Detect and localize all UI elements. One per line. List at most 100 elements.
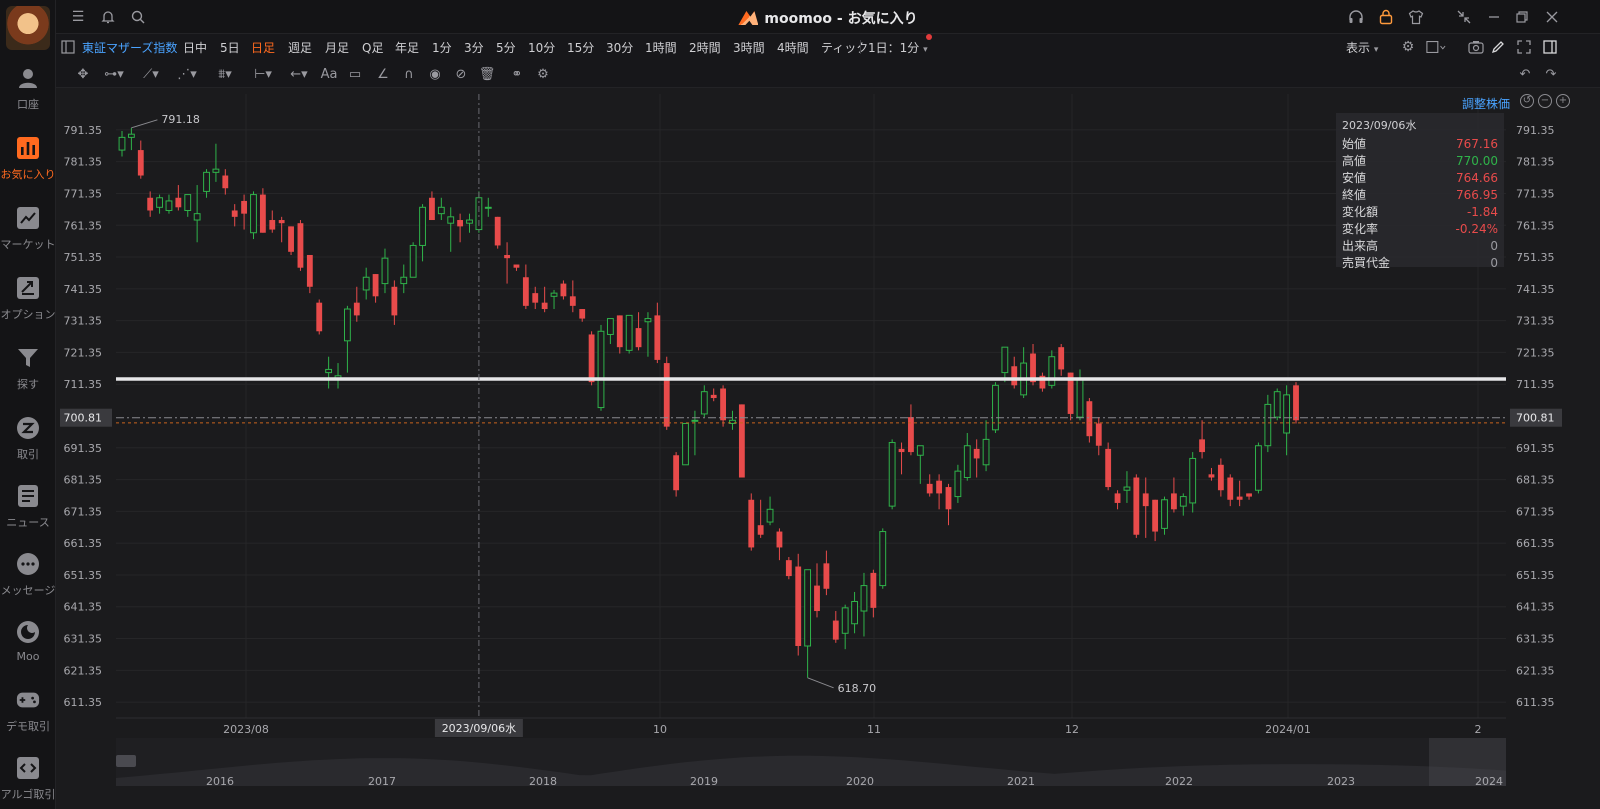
code-icon: [16, 756, 40, 780]
candle-body: [381, 257, 389, 285]
shirt-icon[interactable]: [1406, 7, 1426, 27]
sidebar-item-favorites[interactable]: お気に入り: [0, 136, 56, 196]
candle-body: [1086, 401, 1093, 437]
tab-weekly[interactable]: 週足: [288, 39, 312, 56]
interval-select[interactable]: 1日：1分 ▾: [868, 39, 928, 56]
layout-icon[interactable]: [1426, 37, 1446, 57]
candle-body: [841, 607, 849, 634]
panel-toggle-icon[interactable]: [58, 37, 78, 57]
y-tick-label-right: 731.35: [1516, 315, 1555, 328]
y-tick-label-left: 651.35: [64, 569, 103, 582]
reset-icon[interactable]: ↺: [1520, 94, 1534, 108]
x-tick-label: 2024/01: [1265, 723, 1311, 736]
sidebar-item-market[interactable]: マーケット: [0, 206, 56, 266]
settings-icon[interactable]: ⚙: [1398, 37, 1418, 57]
navigator[interactable]: 2016 2017 2018 2019 2020 2021 2022 2023 2024: [116, 738, 1506, 788]
camera-icon[interactable]: [1466, 37, 1486, 57]
ruler-icon[interactable]: ⊢▾: [248, 66, 278, 82]
candle-body: [222, 175, 229, 189]
sidebar-item-news[interactable]: ニュース: [0, 484, 56, 544]
tab-3min[interactable]: 3分: [464, 39, 484, 56]
left-sidebar: 口座 お気に入り マーケット オプション 探す 取引 ニュース メッセージ Mo…: [0, 0, 56, 809]
sidebar-item-algo-trade[interactable]: アルゴ取引: [0, 756, 56, 809]
y-tick-label-left: 761.35: [64, 219, 103, 232]
lock-icon[interactable]: [1376, 7, 1396, 27]
close-icon[interactable]: [1542, 7, 1562, 27]
display-menu[interactable]: 表示 ▾: [1346, 39, 1378, 56]
collapse-icon[interactable]: [1454, 7, 1474, 27]
tab-4hour[interactable]: 4時間: [777, 39, 809, 56]
sidebar-item-account[interactable]: 口座: [0, 66, 56, 126]
candle-body: [484, 206, 492, 209]
tab-30min[interactable]: 30分: [606, 39, 633, 56]
candle-body: [429, 197, 435, 221]
candle-body: [1283, 394, 1291, 434]
tab-yearly[interactable]: 年足: [395, 39, 419, 56]
zoom-in-icon[interactable]: +: [1556, 94, 1570, 108]
tab-2hour[interactable]: 2時間: [689, 39, 721, 56]
tab-intraday[interactable]: 日中: [183, 39, 207, 56]
tab-1min[interactable]: 1分: [432, 39, 452, 56]
move-icon[interactable]: ✥: [72, 66, 94, 82]
tab-3hour[interactable]: 3時間: [733, 39, 765, 56]
tool-settings-icon[interactable]: ⚙: [532, 66, 554, 82]
sidebar-item-messages[interactable]: メッセージ: [0, 552, 56, 612]
zoom-out-icon[interactable]: −: [1538, 94, 1552, 108]
undo-icon[interactable]: ↶: [1514, 66, 1536, 82]
minimize-icon[interactable]: [1484, 7, 1504, 27]
tab-5min[interactable]: 5分: [496, 39, 516, 56]
magnet-icon[interactable]: ∩: [398, 66, 420, 82]
trash-icon[interactable]: 🗑: [476, 66, 498, 82]
candle-body: [757, 525, 764, 535]
symbol-name[interactable]: 東証マザーズ指数: [82, 39, 177, 56]
tab-1hour[interactable]: 1時間: [645, 39, 677, 56]
headset-icon[interactable]: [1346, 7, 1366, 27]
tab-15min[interactable]: 15分: [567, 39, 594, 56]
chart-area[interactable]: 791.18 618.70 791.35 791.35 781.35 781.35 771…: [56, 88, 1600, 809]
candle-body: [156, 197, 163, 208]
x-tick-label: 2: [1475, 723, 1482, 736]
candle-body: [118, 136, 126, 151]
sidebar-item-trade[interactable]: 取引: [0, 416, 56, 476]
tab-10min[interactable]: 10分: [528, 39, 555, 56]
candle-body: [1264, 403, 1272, 447]
candle-body: [1199, 439, 1205, 453]
sidebar-item-search[interactable]: 探す: [0, 346, 56, 406]
filter-icon: [16, 346, 40, 370]
sidebar-panel-icon[interactable]: [1540, 37, 1560, 57]
y-tick-label-left: 741.35: [64, 283, 103, 296]
cursor-date-label: 2023/09/06水: [442, 722, 516, 735]
tab-5day[interactable]: 5日: [220, 39, 240, 56]
candle-body: [588, 334, 595, 383]
hide-icon[interactable]: ⊘: [450, 66, 472, 82]
adjusted-price-toggle[interactable]: 調整株価: [1462, 95, 1510, 112]
candle-body: [606, 318, 614, 335]
candle-body: [1179, 496, 1187, 507]
candle-body: [269, 220, 276, 230]
fibonacci-icon[interactable]: ⩩▾: [210, 66, 240, 82]
polyline-icon[interactable]: ⋰▾: [172, 66, 202, 82]
eye-icon[interactable]: ◉: [424, 66, 446, 82]
arrow-left-icon[interactable]: ←▾: [284, 66, 314, 82]
text-tool-icon[interactable]: Aa: [318, 66, 340, 82]
tab-quarterly[interactable]: Q足: [362, 39, 383, 56]
sidebar-item-demo-trade[interactable]: デモ取引: [0, 688, 56, 748]
fullscreen-icon[interactable]: [1514, 37, 1534, 57]
link-icon[interactable]: ⚭: [506, 66, 528, 82]
tab-monthly[interactable]: 月足: [325, 39, 349, 56]
angle-icon[interactable]: ∠: [372, 66, 394, 82]
sidebar-item-moo[interactable]: Moo: [0, 620, 56, 680]
sidebar-item-options[interactable]: オプション: [0, 276, 56, 336]
comment-icon[interactable]: ▭: [344, 66, 366, 82]
pencil-icon[interactable]: [1488, 37, 1508, 57]
news-icon: [16, 484, 40, 508]
candle-body: [137, 150, 144, 176]
tab-tick[interactable]: ティック: [821, 39, 868, 56]
line-segment-icon[interactable]: ⊶▾: [100, 66, 128, 82]
tab-daily[interactable]: 日足: [251, 39, 275, 56]
avatar[interactable]: [6, 6, 50, 50]
ohlc-row-change: 変化額 -1.84: [1342, 205, 1498, 219]
trend-line-icon[interactable]: ⟋▾: [136, 66, 166, 82]
restore-icon[interactable]: [1512, 7, 1532, 27]
redo-icon[interactable]: ↷: [1540, 66, 1562, 82]
